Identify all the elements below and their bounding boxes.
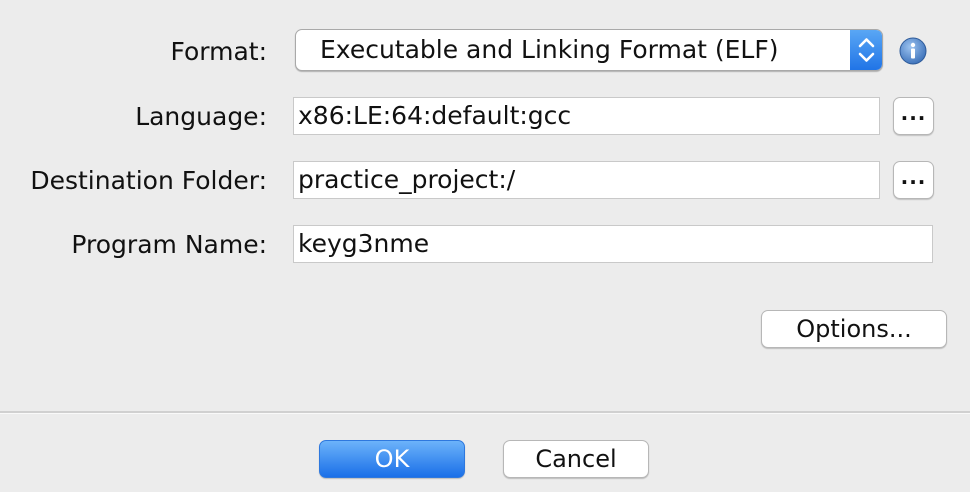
language-browse-button[interactable]: ...: [893, 97, 934, 135]
format-select[interactable]: Executable and Linking Format (ELF): [295, 29, 883, 71]
format-label: Format:: [170, 37, 267, 66]
language-field[interactable]: x86:LE:64:default:gcc: [293, 97, 880, 135]
cancel-button[interactable]: Cancel: [503, 440, 649, 478]
destination-folder-field[interactable]: practice_project:/: [293, 161, 880, 199]
up-down-chevron-icon[interactable]: [850, 30, 882, 70]
ok-button[interactable]: OK: [319, 440, 465, 478]
destination-browse-button[interactable]: ...: [893, 161, 934, 199]
separator: [0, 411, 970, 414]
destination-folder-label: Destination Folder:: [30, 166, 267, 195]
info-icon[interactable]: [899, 37, 927, 65]
options-button[interactable]: Options...: [761, 310, 947, 348]
language-label: Language:: [135, 102, 267, 131]
program-name-label: Program Name:: [71, 230, 267, 259]
format-select-value: Executable and Linking Format (ELF): [320, 35, 779, 64]
program-name-input[interactable]: keyg3nme: [293, 225, 933, 263]
